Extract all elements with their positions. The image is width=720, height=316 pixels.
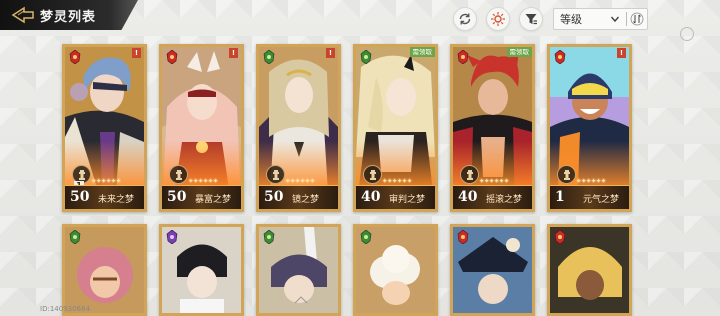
filter-button[interactable] <box>519 7 543 31</box>
card-portrait: ! ✦✦✦✦✦✦ 50 暴富之梦 <box>162 47 241 209</box>
refresh-icon <box>459 13 471 25</box>
element-fire-icon <box>457 230 469 244</box>
element-fire-icon <box>457 50 469 64</box>
card-info-bar: 40 审判之梦 <box>356 185 435 209</box>
dream-card-5[interactable]: 需领取 ✦✦✦✦✦✦ 40 摇滚之梦 <box>450 44 535 212</box>
element-fire-icon <box>69 50 81 64</box>
card-portrait: ! ✦✦✦✦✦✦ 50 镜之梦 <box>259 47 338 209</box>
page-header: 梦灵列表 <box>0 0 160 36</box>
card-name: 摇滚之梦 <box>486 195 523 205</box>
back-button[interactable] <box>8 4 38 26</box>
card-portrait <box>162 227 241 313</box>
dream-card-6[interactable]: ! ✦✦✦✦✦✦ 1 元气之梦 <box>547 44 632 212</box>
card-portrait: 需领取 ✦✦✦✦✦✦ 40 摇滚之梦 <box>453 47 532 209</box>
card-portrait: ! 1 ✦✦✦✦✦✦ 50 未来之梦 <box>65 47 144 209</box>
dream-card-2[interactable]: ! ✦✦✦✦✦✦ 50 暴富之梦 <box>159 44 244 212</box>
star-rating: ✦✦✦✦✦✦ <box>576 177 606 185</box>
claim-tag: 需领取 <box>506 47 532 57</box>
dream-card-3[interactable]: ! ✦✦✦✦✦✦ 50 镜之梦 <box>256 44 341 212</box>
sort-selected-label: 等级 <box>560 13 582 26</box>
star-rating: ✦✦✦✦✦✦ <box>91 177 121 185</box>
card-level: 50 <box>70 189 90 205</box>
side-decoration-circle <box>680 27 694 41</box>
dream-card-4[interactable]: 需领取 ✦✦✦✦✦✦ 40 审判之梦 <box>353 44 438 212</box>
card-level: 1 <box>555 189 565 205</box>
claim-tag: 需领取 <box>409 47 435 57</box>
dream-card-11[interactable] <box>450 224 535 316</box>
star-rating: ✦✦✦✦✦✦ <box>188 177 218 185</box>
alert-tag: ! <box>326 48 335 58</box>
card-portrait <box>453 227 532 313</box>
user-id: ID:140930684 <box>40 305 90 313</box>
element-nature-icon <box>360 50 372 64</box>
chess-piece-icon <box>78 169 85 180</box>
chess-piece-icon <box>369 169 376 180</box>
card-portrait: 需领取 ✦✦✦✦✦✦ 40 审判之梦 <box>356 47 435 209</box>
role-badge <box>460 165 479 184</box>
refresh-button[interactable] <box>453 7 477 31</box>
card-name: 未来之梦 <box>98 195 135 205</box>
star-rating: ✦✦✦✦✦✦ <box>382 177 412 185</box>
filter-icon <box>525 14 537 25</box>
alert-tag: ! <box>229 48 238 58</box>
role-badge <box>266 165 285 184</box>
element-filter-button[interactable] <box>486 7 510 31</box>
dream-card-7[interactable] <box>62 224 147 316</box>
sort-dropdown[interactable]: 等级 <box>553 8 648 30</box>
card-level: 40 <box>458 189 478 205</box>
card-portrait <box>550 227 629 313</box>
card-level: 40 <box>361 189 381 205</box>
card-info-bar: 40 摇滚之梦 <box>453 185 532 209</box>
star-rating: ✦✦✦✦✦✦ <box>479 177 509 185</box>
element-fire-icon <box>166 50 178 64</box>
dream-card-8[interactable] <box>159 224 244 316</box>
card-info-bar: 50 镜之梦 <box>259 185 338 209</box>
role-badge <box>363 165 382 184</box>
dream-card-1[interactable]: ! 1 ✦✦✦✦✦✦ 50 未来之梦 <box>62 44 147 212</box>
card-portrait <box>356 227 435 313</box>
page-title: 梦灵列表 <box>40 10 97 25</box>
card-name: 审判之梦 <box>389 195 426 205</box>
element-nature-icon <box>263 230 275 244</box>
element-nature-icon <box>69 230 81 244</box>
card-name: 镜之梦 <box>292 195 320 205</box>
alert-tag: ! <box>132 48 141 58</box>
element-fire-icon <box>554 50 566 64</box>
card-level: 50 <box>264 189 284 205</box>
scroll-up-indicator <box>294 296 308 304</box>
back-arrow-icon <box>11 6 34 24</box>
chess-piece-icon <box>272 169 279 180</box>
element-nature-icon <box>360 230 372 244</box>
element-fire-icon <box>554 230 566 244</box>
element-filter-icon <box>491 12 505 26</box>
card-info-bar: 1 元气之梦 <box>550 185 629 209</box>
card-info-bar: 50 暴富之梦 <box>162 185 241 209</box>
sort-order-icon[interactable] <box>630 11 644 27</box>
card-info-bar: 50 未来之梦 <box>65 185 144 209</box>
chess-piece-icon <box>175 169 182 180</box>
star-rating: ✦✦✦✦✦✦ <box>285 177 315 185</box>
chess-piece-icon <box>563 169 570 180</box>
sort-divider <box>626 12 627 26</box>
card-name: 暴富之梦 <box>195 195 232 205</box>
card-portrait <box>65 227 144 313</box>
role-badge <box>557 165 576 184</box>
dream-card-12[interactable] <box>547 224 632 316</box>
role-badge <box>169 165 188 184</box>
card-level: 50 <box>167 189 187 205</box>
chess-piece-icon <box>466 169 473 180</box>
card-portrait: ! ✦✦✦✦✦✦ 1 元气之梦 <box>550 47 629 209</box>
alert-tag: ! <box>617 48 626 58</box>
element-shadow-icon <box>166 230 178 244</box>
element-nature-icon <box>263 50 275 64</box>
dream-card-10[interactable] <box>353 224 438 316</box>
chevron-down-icon <box>610 16 620 23</box>
card-name: 元气之梦 <box>583 195 620 205</box>
